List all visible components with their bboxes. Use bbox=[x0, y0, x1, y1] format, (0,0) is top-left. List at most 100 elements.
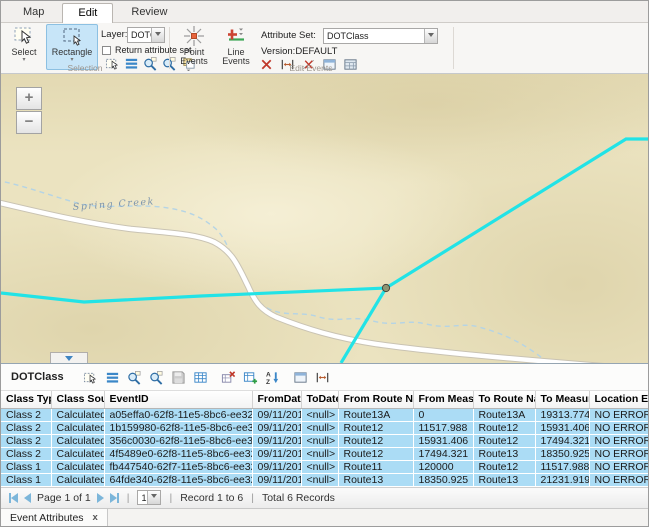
column-header[interactable]: EventID bbox=[104, 391, 252, 408]
table-cell[interactable]: NO ERROR bbox=[589, 460, 648, 473]
table-cell[interactable]: 18350.925 bbox=[535, 447, 589, 460]
tab-map[interactable]: Map bbox=[7, 2, 60, 22]
table-cell[interactable]: Calculated bbox=[51, 447, 104, 460]
table-cell[interactable]: <null> bbox=[301, 473, 338, 486]
zoom-in-button[interactable]: + bbox=[16, 87, 42, 110]
table-cell[interactable]: Class 1 bbox=[1, 460, 51, 473]
delete-record-icon[interactable] bbox=[218, 367, 240, 387]
table-row[interactable]: Class 2Calculated1b159980-62f8-11e5-8bc6… bbox=[1, 421, 648, 434]
table-cell[interactable]: Route12 bbox=[338, 447, 413, 460]
measure-icon[interactable] bbox=[312, 367, 334, 387]
table-cell[interactable]: Class 1 bbox=[1, 473, 51, 486]
zoom-to-selection-icon[interactable] bbox=[124, 367, 146, 387]
table-cell[interactable]: 15931.406 bbox=[413, 434, 473, 447]
table-cell[interactable]: 120000 bbox=[413, 460, 473, 473]
close-icon[interactable]: x bbox=[93, 512, 98, 523]
table-cell[interactable]: Calculated bbox=[51, 421, 104, 434]
table-cell[interactable]: Calculated bbox=[51, 408, 104, 421]
layer-combobox[interactable]: DOTClass bbox=[127, 27, 165, 43]
attribute-set-list-icon[interactable] bbox=[102, 367, 124, 387]
tab-edit[interactable]: Edit bbox=[62, 3, 113, 23]
sort-icon[interactable] bbox=[262, 367, 284, 387]
column-header[interactable]: From Measure bbox=[413, 391, 473, 408]
page-selector-arrow[interactable] bbox=[147, 491, 160, 504]
table-cell[interactable]: Route12 bbox=[473, 421, 535, 434]
table-cell[interactable]: NO ERROR bbox=[589, 408, 648, 421]
attribute-set-combobox[interactable]: DOTClass bbox=[323, 28, 438, 44]
table-cell[interactable]: Route12 bbox=[473, 434, 535, 447]
table-cell[interactable]: 11517.988 bbox=[413, 421, 473, 434]
column-header[interactable]: FromDate bbox=[252, 391, 301, 408]
table-row[interactable]: Class 1Calculatedfb447540-62f7-11e5-8bc6… bbox=[1, 460, 648, 473]
table-cell[interactable]: 11517.988 bbox=[535, 460, 589, 473]
table-cell[interactable]: Route13 bbox=[473, 447, 535, 460]
table-cell[interactable]: 356c0030-62f8-11e5-8bc6-ee32641d5ec9 bbox=[104, 434, 252, 447]
table-cell[interactable]: Class 2 bbox=[1, 447, 51, 460]
first-page-button[interactable] bbox=[9, 493, 18, 503]
table-cell[interactable]: Calculated bbox=[51, 434, 104, 447]
table-cell[interactable]: Route11 bbox=[338, 460, 413, 473]
calculate-icon[interactable] bbox=[190, 367, 212, 387]
panel-collapse-button[interactable] bbox=[50, 352, 88, 363]
column-header[interactable]: To Route Name bbox=[473, 391, 535, 408]
last-page-button[interactable] bbox=[110, 493, 119, 503]
table-cell[interactable]: 17494.321 bbox=[535, 434, 589, 447]
table-row[interactable]: Class 2Calculated356c0030-62f8-11e5-8bc6… bbox=[1, 434, 648, 447]
table-cell[interactable]: 15931.406 bbox=[535, 421, 589, 434]
table-cell[interactable]: fb447540-62f7-11e5-8bc6-ee32641d5ec9 bbox=[104, 460, 252, 473]
table-cell[interactable]: <null> bbox=[301, 421, 338, 434]
table-cell[interactable]: Route13A bbox=[473, 408, 535, 421]
table-cell[interactable]: 09/11/2015 bbox=[252, 447, 301, 460]
attribute-set-combobox-arrow[interactable] bbox=[424, 29, 437, 43]
table-cell[interactable]: Route13 bbox=[473, 473, 535, 486]
table-cell[interactable]: Route13A bbox=[338, 408, 413, 421]
column-header[interactable]: Location Error bbox=[589, 391, 648, 408]
table-cell[interactable]: 09/11/2015 bbox=[252, 421, 301, 434]
table-cell[interactable]: NO ERROR bbox=[589, 447, 648, 460]
table-row[interactable]: Class 2Calculateda05effa0-62f8-11e5-8bc6… bbox=[1, 408, 648, 421]
attribute-window-icon[interactable] bbox=[290, 367, 312, 387]
table-cell[interactable]: 1b159980-62f8-11e5-8bc6-ee32641d5ec9 bbox=[104, 421, 252, 434]
return-attribute-set-checkbox[interactable] bbox=[102, 46, 111, 55]
table-cell[interactable]: a05effa0-62f8-11e5-8bc6-ee32641d5ec9 bbox=[104, 408, 252, 421]
zoom-out-button[interactable]: − bbox=[16, 111, 42, 134]
table-cell[interactable]: Route12 bbox=[473, 460, 535, 473]
table-cell[interactable]: 64fde340-62f8-11e5-8bc6-ee32641d5ec9 bbox=[104, 473, 252, 486]
table-row[interactable]: Class 2Calculated4f5489e0-62f8-11e5-8bc6… bbox=[1, 447, 648, 460]
table-cell[interactable]: 09/11/2015 bbox=[252, 408, 301, 421]
table-cell[interactable]: Route12 bbox=[338, 421, 413, 434]
route-junction-marker[interactable] bbox=[382, 284, 389, 291]
tab-event-attributes[interactable]: Event Attributes x bbox=[1, 509, 108, 527]
table-cell[interactable]: Calculated bbox=[51, 473, 104, 486]
table-cell[interactable]: NO ERROR bbox=[589, 434, 648, 447]
table-cell[interactable]: <null> bbox=[301, 460, 338, 473]
table-cell[interactable]: Calculated bbox=[51, 460, 104, 473]
page-selector[interactable]: 1 bbox=[137, 490, 161, 505]
pan-to-selection-icon[interactable] bbox=[146, 367, 168, 387]
table-cell[interactable]: <null> bbox=[301, 434, 338, 447]
table-cell[interactable]: Class 2 bbox=[1, 434, 51, 447]
table-cell[interactable]: Route12 bbox=[338, 434, 413, 447]
table-cell[interactable]: 18350.925 bbox=[413, 473, 473, 486]
tab-review[interactable]: Review bbox=[115, 2, 183, 22]
select-events-icon[interactable] bbox=[80, 367, 102, 387]
table-cell[interactable]: NO ERROR bbox=[589, 473, 648, 486]
table-row[interactable]: Class 1Calculated64fde340-62f8-11e5-8bc6… bbox=[1, 473, 648, 486]
table-cell[interactable]: 0 bbox=[413, 408, 473, 421]
table-cell[interactable]: Class 2 bbox=[1, 421, 51, 434]
add-record-icon[interactable] bbox=[240, 367, 262, 387]
column-header[interactable]: ToDate bbox=[301, 391, 338, 408]
column-header[interactable]: Class Source bbox=[51, 391, 104, 408]
table-cell[interactable]: 19313.774 bbox=[535, 408, 589, 421]
table-cell[interactable]: <null> bbox=[301, 408, 338, 421]
table-cell[interactable]: 4f5489e0-62f8-11e5-8bc6-ee32641d5ec9 bbox=[104, 447, 252, 460]
table-cell[interactable]: 09/11/2015 bbox=[252, 434, 301, 447]
table-cell[interactable]: 09/11/2015 bbox=[252, 460, 301, 473]
next-page-button[interactable] bbox=[97, 493, 104, 503]
previous-page-button[interactable] bbox=[24, 493, 31, 503]
table-cell[interactable]: Route13 bbox=[338, 473, 413, 486]
column-header[interactable]: To Measure bbox=[535, 391, 589, 408]
table-cell[interactable]: <null> bbox=[301, 447, 338, 460]
table-cell[interactable]: Class 2 bbox=[1, 408, 51, 421]
table-cell[interactable]: 09/11/2015 bbox=[252, 473, 301, 486]
